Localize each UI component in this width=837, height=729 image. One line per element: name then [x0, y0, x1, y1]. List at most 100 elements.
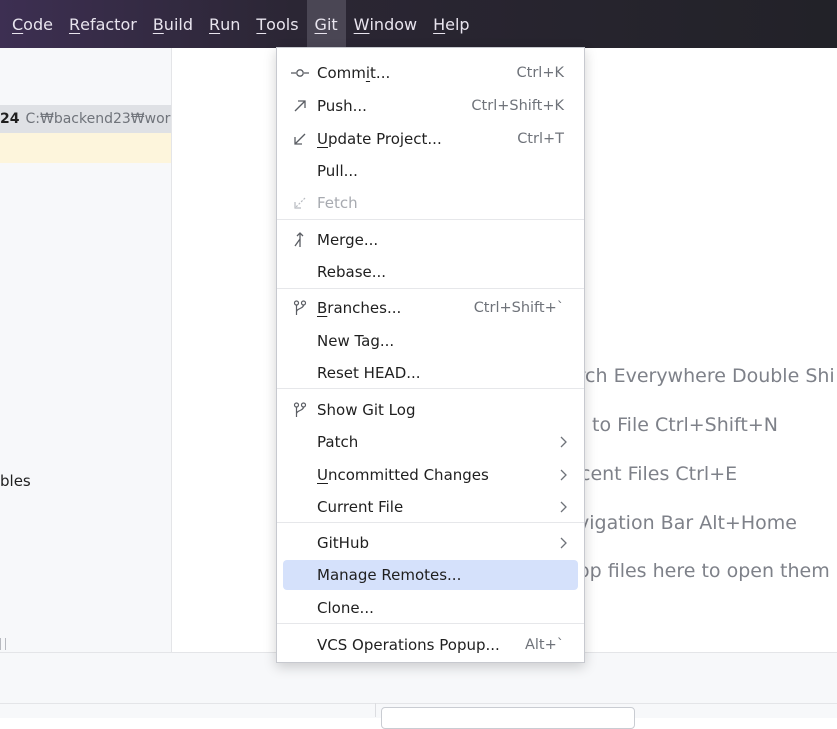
branches-label-mnemonic: B	[317, 299, 328, 317]
project-tree-row[interactable]: 24 C:₩backend23₩work₩	[0, 105, 171, 133]
git-menu-clone-label: Clone...	[317, 599, 374, 617]
git-menu-uncommitted-changes[interactable]: Uncommitted Changes	[277, 460, 584, 490]
menu-build-mnemonic: B	[152, 14, 164, 34]
project-row-path: C:₩backend23₩work₩	[25, 111, 171, 127]
commit-icon	[291, 64, 309, 82]
project-row-highlight	[0, 133, 171, 163]
git-menu-branches[interactable]: Branches... Ctrl+Shift+`	[277, 293, 584, 323]
git-menu-push[interactable]: Push... Ctrl+Shift+K	[277, 91, 584, 121]
menu-run-mnemonic: R	[208, 14, 221, 34]
chevron-right-icon	[558, 500, 568, 514]
git-menu-rebase-label: Rebase...	[317, 263, 387, 281]
git-log-icon	[291, 401, 309, 419]
update-arrow-icon	[291, 130, 309, 148]
menu-run[interactable]: Run	[201, 0, 248, 48]
menu-refactor[interactable]: Refactor	[61, 0, 145, 48]
menu-code-mnemonic: C	[12, 14, 24, 34]
git-menu-branches-label: Branches...	[317, 299, 401, 317]
git-menu-rebase[interactable]: Rebase...	[277, 257, 584, 287]
merge-icon	[291, 231, 309, 249]
menu-separator	[277, 623, 584, 624]
uncommitted-label-post: ncommitted Changes	[327, 466, 489, 484]
project-panel: 24 C:₩backend23₩work₩ bles	[0, 48, 172, 652]
bottom-divider-line	[0, 703, 837, 704]
menu-refactor-mnemonic: R	[68, 14, 81, 34]
git-menu-show-git-log-label: Show Git Log	[317, 401, 416, 419]
menu-tools-mnemonic: T	[256, 14, 267, 34]
git-menu-reset-head[interactable]: Reset HEAD...	[277, 358, 584, 388]
menu-window[interactable]: Window	[346, 0, 425, 48]
commit-label-post: t...	[370, 64, 391, 82]
git-menu-clone[interactable]: Clone...	[277, 593, 584, 623]
menu-build[interactable]: Build	[145, 0, 201, 48]
update-label-post: pdate Project...	[327, 130, 442, 148]
git-menu-dropdown: Commit... Ctrl+K Push... Ctrl+Shift+K Up…	[276, 47, 585, 663]
uncommitted-label-mnemonic: U	[317, 466, 328, 484]
git-menu-update-project-shortcut: Ctrl+T	[517, 131, 564, 147]
menu-refactor-rest: efactor	[80, 14, 137, 34]
git-menu-pull-label: Pull...	[317, 162, 358, 180]
bottom-input-box[interactable]	[381, 707, 635, 729]
main-menubar: Code Refactor Build Run Tools Git Window…	[0, 0, 837, 48]
git-menu-current-file[interactable]: Current File	[277, 492, 584, 522]
menu-git-mnemonic: G	[314, 14, 327, 34]
git-menu-show-git-log[interactable]: Show Git Log	[277, 395, 584, 425]
git-menu-push-label: Push...	[317, 97, 367, 115]
hint-search-everywhere: arch Everywhere Double Shi	[566, 365, 835, 387]
git-menu-new-tag-label: New Tag...	[317, 332, 395, 350]
menu-window-mnemonic: W	[353, 14, 370, 34]
menu-help-rest: elp	[445, 14, 470, 34]
git-menu-manage-remotes-label: Manage Remotes...	[317, 566, 462, 584]
fetch-icon	[291, 194, 309, 212]
hint-navigation-bar: vigation Bar Alt+Home	[578, 512, 797, 534]
menu-git-rest: it	[326, 14, 338, 34]
git-menu-merge-label: Merge...	[317, 231, 379, 249]
menu-tools[interactable]: Tools	[248, 0, 306, 48]
chevron-right-icon	[558, 536, 568, 550]
git-menu-merge[interactable]: Merge...	[277, 225, 584, 255]
git-menu-commit[interactable]: Commit... Ctrl+K	[277, 58, 584, 88]
git-menu-pull[interactable]: Pull...	[277, 156, 584, 186]
branch-icon	[291, 299, 309, 317]
menu-code-rest: ode	[23, 14, 53, 34]
menu-help[interactable]: Help	[425, 0, 477, 48]
hint-recent-files: cent Files Ctrl+E	[580, 463, 738, 485]
menu-window-rest: indow	[369, 14, 418, 34]
project-row-number: 24	[0, 111, 20, 127]
menu-separator	[277, 288, 584, 289]
git-menu-vcs-operations-popup-label: VCS Operations Popup...	[317, 636, 500, 654]
git-menu-github-label: GitHub	[317, 534, 369, 552]
menu-git[interactable]: Git	[306, 0, 346, 48]
git-menu-patch[interactable]: Patch	[277, 427, 584, 457]
git-menu-update-project-label: Update Project...	[317, 130, 442, 148]
panel-scroll-handle[interactable]	[0, 638, 6, 650]
project-tree-label[interactable]: bles	[0, 472, 31, 490]
branches-label-post: ranches...	[327, 299, 402, 317]
git-menu-manage-remotes[interactable]: Manage Remotes...	[277, 560, 584, 590]
git-menu-vcs-operations-popup-shortcut: Alt+`	[524, 637, 564, 653]
git-menu-update-project[interactable]: Update Project... Ctrl+T	[277, 124, 584, 154]
git-menu-vcs-operations-popup[interactable]: VCS Operations Popup... Alt+`	[277, 630, 584, 660]
bottom-split-divider	[375, 703, 376, 717]
chevron-right-icon	[558, 435, 568, 449]
menu-tools-rest: ools	[266, 14, 299, 34]
git-menu-commit-label: Commit...	[317, 64, 390, 82]
chevron-right-icon	[558, 468, 568, 482]
menu-code[interactable]: Code	[0, 0, 61, 48]
hint-drop-files: op files here to open them	[578, 560, 830, 582]
menu-build-rest: uild	[163, 14, 193, 34]
git-menu-fetch: Fetch	[277, 188, 584, 218]
git-menu-current-file-label: Current File	[317, 498, 404, 516]
menu-help-mnemonic: H	[433, 14, 446, 34]
git-menu-reset-head-label: Reset HEAD...	[317, 364, 421, 382]
commit-label-pre: Comm	[317, 64, 366, 82]
menu-separator	[277, 522, 584, 523]
git-menu-patch-label: Patch	[317, 433, 359, 451]
push-arrow-icon	[291, 97, 309, 115]
git-menu-new-tag[interactable]: New Tag...	[277, 326, 584, 356]
menu-separator	[277, 388, 584, 389]
menu-separator	[277, 219, 584, 220]
git-menu-push-shortcut: Ctrl+Shift+K	[471, 98, 564, 114]
menu-run-rest: un	[220, 14, 241, 34]
git-menu-github[interactable]: GitHub	[277, 528, 584, 558]
